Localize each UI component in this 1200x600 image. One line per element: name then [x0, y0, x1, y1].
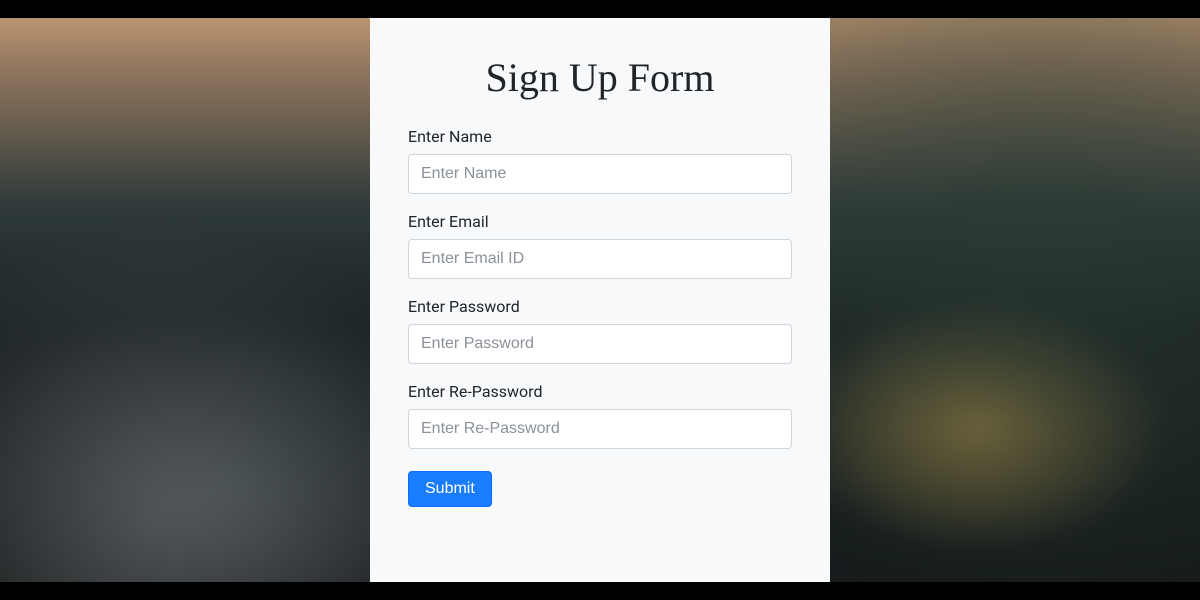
email-input[interactable] [408, 239, 792, 279]
letterbox-top [0, 0, 1200, 18]
repassword-group: Enter Re-Password [408, 382, 792, 449]
password-input[interactable] [408, 324, 792, 364]
repassword-label: Enter Re-Password [408, 382, 792, 401]
name-label: Enter Name [408, 127, 792, 146]
submit-button[interactable]: Submit [408, 471, 492, 507]
repassword-input[interactable] [408, 409, 792, 449]
form-title: Sign Up Form [408, 54, 792, 101]
email-label: Enter Email [408, 212, 792, 231]
password-group: Enter Password [408, 297, 792, 364]
name-input[interactable] [408, 154, 792, 194]
signup-card: Sign Up Form Enter Name Enter Email Ente… [370, 18, 830, 582]
letterbox-bottom [0, 582, 1200, 600]
password-label: Enter Password [408, 297, 792, 316]
name-group: Enter Name [408, 127, 792, 194]
email-group: Enter Email [408, 212, 792, 279]
